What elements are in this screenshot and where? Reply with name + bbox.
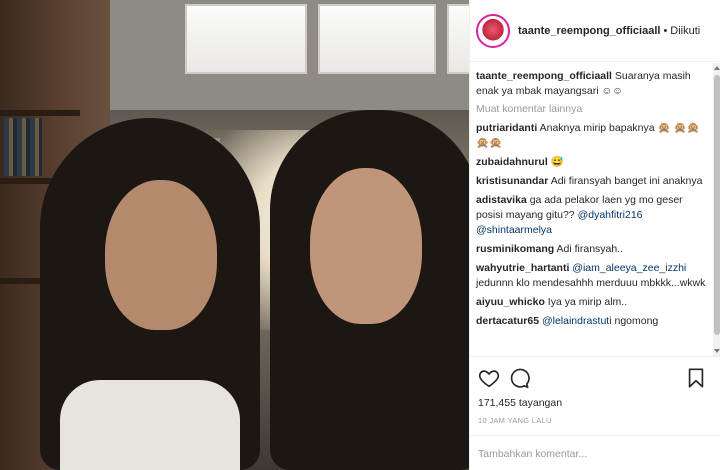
comment-text: ngomong — [614, 315, 659, 327]
caption-username[interactable]: taante_reempong_officiaall — [476, 70, 612, 82]
skylight — [185, 4, 307, 74]
comment-mention[interactable]: @lelaindrastuti — [542, 315, 612, 327]
add-comment-bar — [470, 435, 720, 470]
comment-text: Adi firansyah banget ini anaknya — [550, 175, 703, 187]
comment-text: Adi firansyah.. — [556, 243, 624, 255]
comment-username[interactable]: kristisunandar — [476, 175, 548, 187]
comment-item: adistavika ga ada pelakor laen yg mo ges… — [476, 193, 708, 238]
video-player[interactable] — [0, 0, 469, 470]
bookmark-icon[interactable] — [685, 367, 707, 389]
comment-username[interactable]: aiyuu_whicko — [476, 296, 545, 308]
comment-mention[interactable]: @iam_aleeya_zee_izzhi — [572, 262, 686, 274]
post-header: taante_reempong_officiaall • Diikuti — [470, 0, 720, 62]
comment-username[interactable]: putriaridanti — [476, 122, 537, 134]
skylight — [447, 4, 469, 74]
comments-scrollbar[interactable] — [713, 63, 720, 356]
comment-username[interactable]: dertacatur65 — [476, 315, 539, 327]
comment-item: zubaidahnurul 😅 — [476, 155, 708, 170]
scroll-up-arrow-icon[interactable] — [714, 66, 720, 70]
skylight — [318, 4, 436, 74]
avatar-image — [480, 17, 506, 44]
header-username[interactable]: taante_reempong_officiaall — [518, 25, 660, 37]
books — [4, 118, 42, 176]
comment-username[interactable]: adistavika — [476, 194, 527, 206]
comment-item: putriaridanti Anaknya mirip bapaknya 🙊 🙊… — [476, 121, 708, 151]
comment-username[interactable]: wahyutrie_hartanti — [476, 262, 569, 274]
post-actions: 171,455 tayangan 10 JAM YANG LALU — [470, 356, 720, 470]
comment-item: rusminikomang Adi firansyah.. — [476, 242, 708, 257]
caption: taante_reempong_officiaall Suaranya masi… — [476, 69, 708, 99]
comment-item: aiyuu_whicko Iya ya mirip alm.. — [476, 295, 708, 310]
comment-username[interactable]: zubaidahnurul — [476, 156, 548, 168]
view-count: 171,455 tayangan — [478, 397, 563, 409]
comments-list: taante_reempong_officiaall Suaranya masi… — [470, 63, 714, 356]
comment-text: jedunnn klo mendesahhh merduuu mbkkk...w… — [476, 277, 706, 289]
post-sidebar: taante_reempong_officiaall • Diikuti taa… — [469, 0, 720, 470]
heart-icon[interactable] — [478, 367, 500, 389]
comment-username[interactable]: rusminikomang — [476, 243, 554, 255]
avatar[interactable] — [476, 13, 510, 48]
scroll-thumb[interactable] — [714, 75, 720, 335]
comment-icon[interactable] — [508, 367, 530, 389]
comment-item: dertacatur65 @lelaindrastuti ngomong — [476, 314, 708, 329]
comment-text: Iya ya mirip alm.. — [547, 296, 628, 308]
load-more-comments[interactable]: Muat komentar lainnya — [476, 103, 708, 115]
post-timestamp: 10 JAM YANG LALU — [478, 416, 552, 425]
follow-status[interactable]: Diikuti — [670, 25, 700, 37]
shelf-board — [0, 110, 80, 116]
comment-text: 😅 — [550, 156, 564, 168]
scroll-down-arrow-icon[interactable] — [714, 349, 720, 353]
comment-item: wahyutrie_hartanti @iam_aleeya_zee_izzhi… — [476, 261, 708, 291]
separator-dot: • — [663, 24, 668, 37]
comment-item: kristisunandar Adi firansyah banget ini … — [476, 174, 708, 189]
comment-input[interactable] — [478, 447, 678, 460]
